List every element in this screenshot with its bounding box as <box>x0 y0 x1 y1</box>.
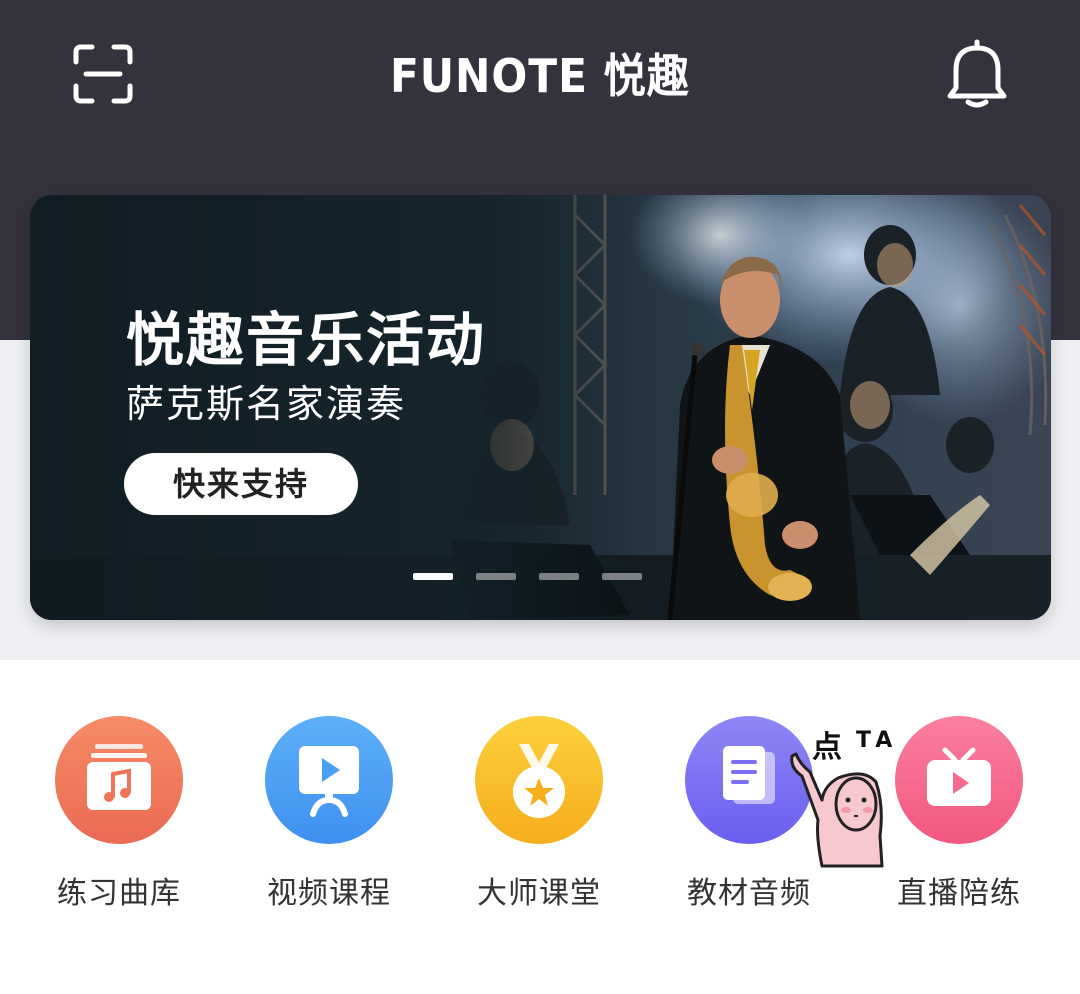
nav-label: 直播陪练 <box>897 876 1021 911</box>
music-library-icon <box>55 716 183 844</box>
banner-subtitle: 萨克斯名家演奏 <box>126 382 407 426</box>
nav-item-master-class[interactable]: 大师课堂 <box>454 716 624 916</box>
medal-icon <box>475 716 603 844</box>
nav-item-video-course[interactable]: 视频课程 <box>244 716 414 916</box>
carousel-dot-3[interactable] <box>539 573 579 580</box>
document-icon <box>685 716 813 844</box>
carousel-dot-1[interactable] <box>413 573 453 580</box>
top-bar: FUNOTE 悦趣 <box>0 0 1080 150</box>
nav-item-textbook-audio[interactable]: 教材音频 <box>664 716 834 916</box>
banner-cta-button[interactable]: 快来支持 <box>124 453 358 515</box>
sticker-text-ta: TA <box>856 728 899 753</box>
carousel-dot-4[interactable] <box>602 573 642 580</box>
app-logo: FUNOTE 悦趣 <box>389 49 691 103</box>
nav-item-practice-library[interactable]: 练习曲库 <box>34 716 204 916</box>
video-course-icon <box>265 716 393 844</box>
nav-label: 教材音频 <box>687 876 811 911</box>
nav-label: 视频课程 <box>267 876 391 911</box>
sticker-text: 点 <box>812 730 842 765</box>
tv-icon <box>895 716 1023 844</box>
nav-label: 大师课堂 <box>477 876 601 911</box>
nav-item-live-practice[interactable]: 直播陪练 <box>874 716 1044 916</box>
bell-icon[interactable] <box>942 36 1012 110</box>
promo-banner[interactable]: 悦趣音乐活动 萨克斯名家演奏 快来支持 <box>30 195 1051 620</box>
carousel-dot-2[interactable] <box>476 573 516 580</box>
carousel-indicator <box>413 573 673 581</box>
nav-label: 练习曲库 <box>57 876 181 911</box>
banner-title: 悦趣音乐活动 <box>126 306 487 374</box>
